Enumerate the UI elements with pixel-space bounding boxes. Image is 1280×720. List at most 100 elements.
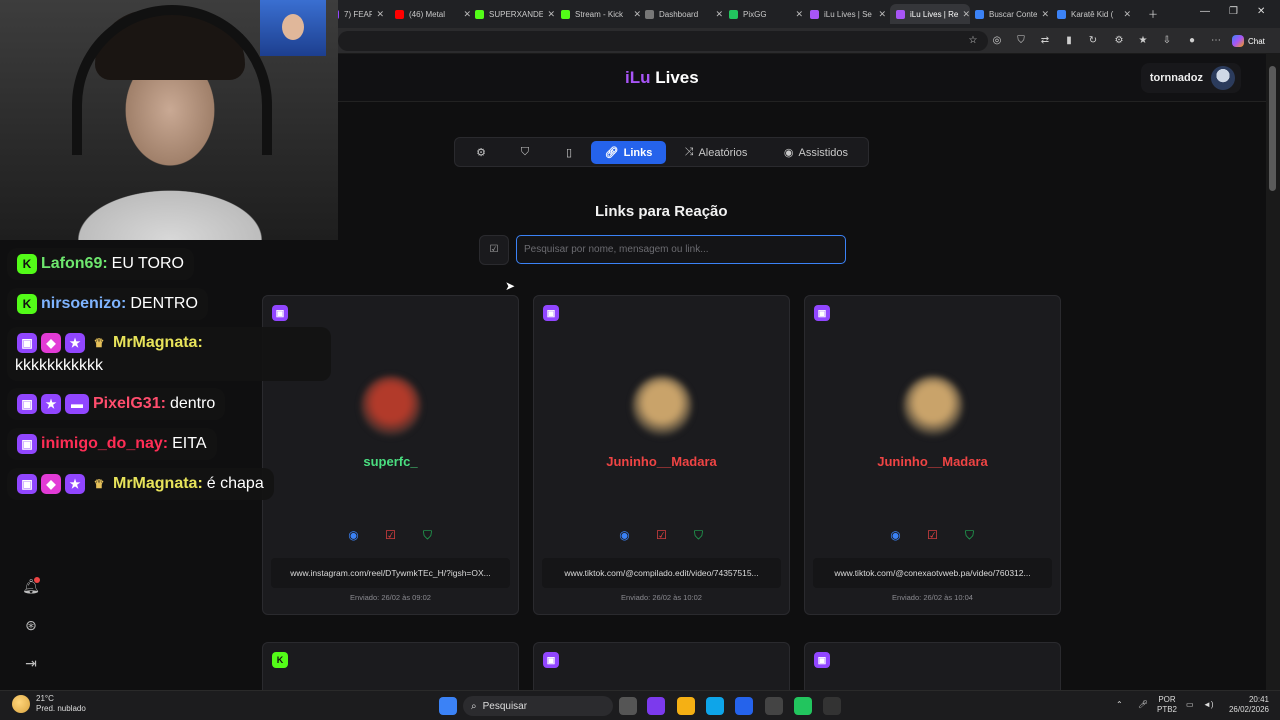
logout-icon[interactable]: ⇥ <box>22 654 40 672</box>
check-square-icon[interactable]: ☑ <box>383 528 398 543</box>
help-icon[interactable]: ⊛ <box>22 616 40 634</box>
browser-tab[interactable]: iLu Lives | Se ✕ <box>810 4 886 24</box>
task-view-icon[interactable] <box>619 697 637 715</box>
favorites-icon[interactable]: ★ <box>1136 34 1150 48</box>
tab-moderation[interactable]: ⛉ <box>511 141 539 164</box>
app-icon[interactable] <box>765 697 783 715</box>
mic-icon[interactable]: 🎤︎ <box>1138 700 1148 710</box>
minimize-icon[interactable]: — <box>1200 6 1210 17</box>
card-sent-date: Enviado: 26/02 às 10:02 <box>621 593 702 602</box>
maximize-icon[interactable]: ❐ <box>1229 6 1238 17</box>
close-tab-icon[interactable]: ✕ <box>1123 9 1131 20</box>
check-square-icon[interactable]: ☑ <box>654 528 669 543</box>
file-explorer-icon[interactable] <box>677 697 695 715</box>
eye-icon[interactable]: ◉ <box>617 528 632 543</box>
translate-icon[interactable]: ⇄ <box>1038 34 1052 48</box>
tab-favicon-icon <box>475 9 484 19</box>
browser-tab[interactable]: iLu Lives | Re ✕ <box>890 4 970 24</box>
profile-icon[interactable]: ● <box>1185 34 1199 48</box>
chat-message: Knirsoenizo: DENTRO <box>7 288 208 320</box>
profile-picture <box>361 376 421 436</box>
refresh-extension-icon[interactable]: ↻ <box>1086 34 1100 48</box>
edge-icon[interactable] <box>706 697 724 715</box>
card-username: Juninho__Madara <box>606 454 717 469</box>
card-link[interactable]: www.tiktok.com/@compilado.edit/video/743… <box>542 558 781 588</box>
card-actions: ◉ ☑ ⛉ <box>263 528 518 543</box>
select-all-button[interactable]: ☑ <box>479 235 509 265</box>
new-tab-icon[interactable]: ＋ <box>1148 6 1158 21</box>
chat-username: PixelG31: <box>93 395 166 412</box>
tray-chevron-icon[interactable]: ⌃ <box>1116 700 1123 710</box>
page-title: Links para Reação <box>595 203 728 220</box>
bookmark-star-icon[interactable]: ☆ <box>966 34 980 48</box>
browser-tab[interactable]: Karatê Kid (✕ <box>1057 4 1131 24</box>
language-indicator[interactable]: POR PTB2 <box>1157 695 1177 715</box>
close-tab-icon[interactable]: ✕ <box>376 9 384 20</box>
shield-icon[interactable]: ⛉ <box>691 528 706 543</box>
browser-tab[interactable]: Stream - Kick ✕ <box>561 4 641 24</box>
clock[interactable]: 20:41 26/02/2026 <box>1225 695 1269 715</box>
browser-tab[interactable]: Buscar Conte ✕ <box>975 4 1049 24</box>
close-tab-icon[interactable]: ✕ <box>795 9 803 20</box>
shield-icon[interactable]: ⛉ <box>420 528 435 543</box>
search-input[interactable] <box>516 235 846 264</box>
browser-tab[interactable]: Dashboard ✕ <box>645 4 723 24</box>
close-tab-icon[interactable]: ✕ <box>633 9 641 20</box>
shield-icon[interactable]: ⛉ <box>962 528 977 543</box>
start-icon[interactable] <box>439 697 457 715</box>
volume-icon[interactable]: ◄) <box>1203 700 1214 710</box>
link-card: ▣ Juninho__Madara ◉ ☑ ⛉ www.tiktok.com/@compi… <box>533 295 790 615</box>
notification-bell-icon[interactable]: 🔔︎ <box>22 577 40 595</box>
photos-icon[interactable] <box>735 697 753 715</box>
close-tab-icon[interactable]: ✕ <box>962 9 970 20</box>
download-icon[interactable]: ⇩ <box>1160 34 1174 48</box>
card-link[interactable]: www.instagram.com/reel/DTywmkTEc_H/?igsh… <box>271 558 510 588</box>
extensions-icon[interactable]: ⚙ <box>1112 34 1126 48</box>
tab-links[interactable]: 🔗︎ Links <box>591 141 666 164</box>
brand-logo[interactable]: iLu Lives <box>625 68 699 88</box>
whatsapp-icon[interactable] <box>794 697 812 715</box>
eye-icon[interactable]: ◉ <box>888 528 903 543</box>
gear-icon: ⚙ <box>476 147 486 159</box>
close-window-icon[interactable]: ✕ <box>1257 6 1265 17</box>
browser-tab[interactable]: SUPERXANDE ✕ <box>475 4 555 24</box>
close-tab-icon[interactable]: ✕ <box>463 9 471 20</box>
shield-extension-icon[interactable]: ⛉ <box>1014 34 1028 48</box>
twitch-badge-icon: ▣ <box>17 474 37 494</box>
media-icon[interactable]: ▮ <box>1062 34 1076 48</box>
close-tab-icon[interactable]: ✕ <box>547 9 555 20</box>
close-tab-icon[interactable]: ✕ <box>878 9 886 20</box>
search-icon: ⌕ <box>471 700 477 712</box>
chat-username: inimigo_do_nay: <box>41 435 169 452</box>
taskbar-search[interactable]: ⌕ Pesquisar <box>463 696 613 716</box>
tab-random[interactable]: ⤨ Aleatórios <box>677 141 755 164</box>
chat-username: MrMagnata: <box>113 475 203 492</box>
wing-badge-icon: ♛ <box>93 336 105 350</box>
chat-message: K Lafon69: EU TORO <box>7 248 194 280</box>
card-link[interactable]: www.tiktok.com/@conexaotvweb.pa/video/76… <box>813 558 1052 588</box>
url-field[interactable] <box>338 31 988 51</box>
close-tab-icon[interactable]: ✕ <box>1041 9 1049 20</box>
extension-icon[interactable]: ◎ <box>990 34 1004 48</box>
weather-widget[interactable]: 21°C Pred. nublado <box>12 694 86 714</box>
tab-watched[interactable]: ◉ Assistidos <box>773 141 859 164</box>
scrollbar-thumb[interactable] <box>1269 66 1276 191</box>
more-icon[interactable]: ⋯ <box>1209 34 1223 48</box>
browser-tab[interactable]: PixGG ✕ <box>729 4 803 24</box>
twitch-badge-icon: ▣ <box>17 333 37 353</box>
close-tab-icon[interactable]: ✕ <box>715 9 723 20</box>
link-card: ▣ Juninho__Madara ◉ ☑ ⛉ www.tiktok.com/@conex… <box>804 295 1061 615</box>
tab-title: iLu Lives | Re <box>910 9 959 19</box>
eye-icon[interactable]: ◉ <box>346 528 361 543</box>
check-square-icon[interactable]: ☑ <box>925 528 940 543</box>
browser-tab[interactable]: (46) Metal ✕ <box>395 4 471 24</box>
twitch-platform-icon: ▣ <box>814 652 830 668</box>
network-icon[interactable]: ▭ <box>1186 700 1194 710</box>
user-menu[interactable]: tornnadoz <box>1141 63 1241 93</box>
tab-settings[interactable]: ⚙ <box>467 141 495 164</box>
tab-tablet[interactable]: ▯ <box>555 141 583 164</box>
copilot-taskbar-icon[interactable] <box>647 697 665 715</box>
notepad-icon[interactable] <box>823 697 841 715</box>
copilot-chat-button[interactable]: Chat <box>1232 33 1265 49</box>
browser-tab[interactable]: 7) FEAR.T✕ <box>330 4 384 24</box>
